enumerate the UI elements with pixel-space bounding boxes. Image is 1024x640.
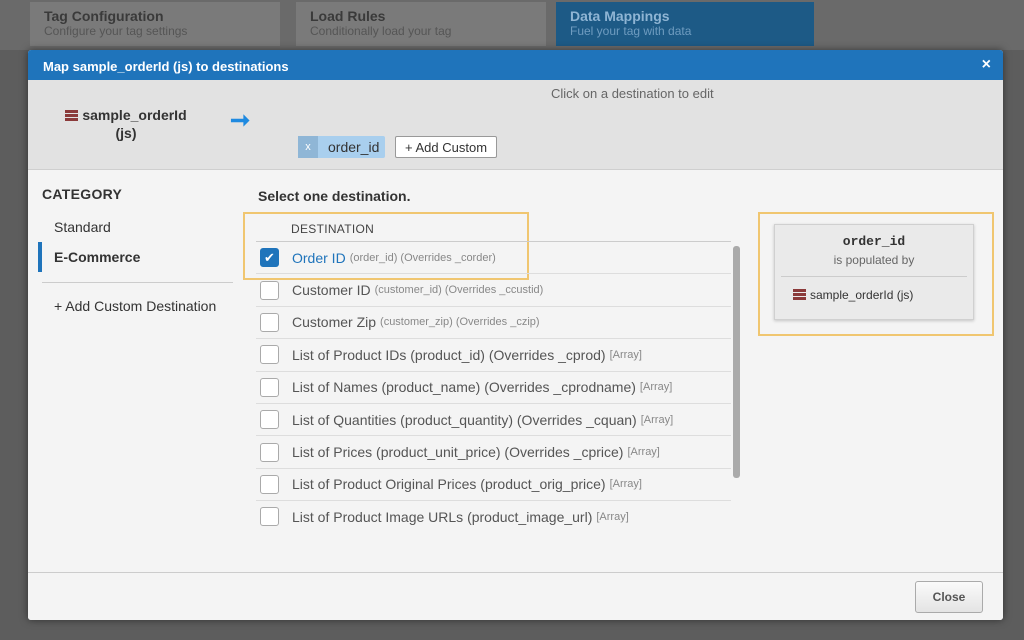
divider [42,282,233,283]
tab-load-rules: Load RulesConditionally load your tag [296,2,546,46]
modal-title: Map sample_orderId (js) to destinations [43,59,289,74]
checkbox[interactable] [260,378,279,397]
close-icon[interactable]: × [982,56,991,74]
destination-card: order_id is populated by sample_orderId … [774,224,974,320]
destination-label: List of Names (product_name) (Overrides … [292,379,636,395]
background-tabs: Tag ConfigurationConfigure your tag sett… [0,0,1024,50]
destination-row[interactable]: List of Prices (product_unit_price) (Ove… [256,436,731,468]
modal-footer: Close [28,572,1003,620]
card-source: sample_orderId (js) [781,276,967,302]
destination-label: List of Product Image URLs (product_imag… [292,509,592,525]
card-populated-label: is populated by [775,253,973,267]
destination-header: DESTINATION [291,222,374,236]
destination-row[interactable]: List of Product IDs (product_id) (Overri… [256,339,731,371]
chip-label: order_id [318,139,385,155]
destination-detail: (order_id) (Overrides _corder) [350,252,496,264]
destination-label: Customer Zip [292,314,376,330]
destination-row[interactable]: Customer ID (customer_id) (Overrides _ccu… [256,274,731,306]
category-sidebar: Standard E-Commerce + Add Custom Destina… [38,212,233,321]
edit-hint: Click on a destination to edit [551,86,714,101]
modal-header: Map sample_orderId (js) to destinations … [28,50,1003,80]
variable-icon [65,110,78,121]
array-tag: [Array] [610,349,642,361]
checkbox[interactable] [260,507,279,526]
destination-label: List of Product IDs (product_id) (Overri… [292,347,606,363]
destination-detail: (customer_zip) (Overrides _czip) [380,316,540,328]
destination-label: Order ID [292,250,346,266]
checkbox[interactable] [260,475,279,494]
tab-tag-configuration: Tag ConfigurationConfigure your tag sett… [30,2,280,46]
checkbox[interactable] [260,345,279,364]
destination-detail: (customer_id) (Overrides _ccustid) [375,284,544,296]
destination-row[interactable]: List of Quantities (product_quantity) (O… [256,404,731,436]
category-heading: CATEGORY [42,186,122,202]
close-button[interactable]: Close [915,581,983,613]
category-standard[interactable]: Standard [38,212,233,242]
card-destination-name: order_id [775,234,973,249]
array-tag: [Array] [641,414,673,426]
destination-label: List of Prices (product_unit_price) (Ove… [292,444,623,460]
arrow-right-icon: ➞ [230,106,250,135]
array-tag: [Array] [640,381,672,393]
array-tag: [Array] [596,511,628,523]
mapping-summary: Click on a destination to edit sample_or… [28,80,1003,170]
category-ecommerce[interactable]: E-Commerce [38,242,233,272]
tab-title: Tag Configuration [44,8,266,24]
select-prompt: Select one destination. [258,188,410,204]
checkbox[interactable] [260,281,279,300]
remove-icon[interactable]: x [298,136,318,158]
destination-label: List of Quantities (product_quantity) (O… [292,412,637,428]
checkbox[interactable] [260,410,279,429]
tab-title: Data Mappings [570,8,800,24]
destination-row[interactable]: ✔ Order ID (order_id) (Overrides _corder) [256,242,731,274]
destination-row[interactable]: List of Product Original Prices (product… [256,469,731,501]
tab-subtitle: Conditionally load your tag [310,24,532,38]
source-variable: sample_orderId (js) [56,106,196,142]
tab-subtitle: Fuel your tag with data [570,24,800,38]
variable-icon [793,289,806,300]
add-custom-button[interactable]: + Add Custom [395,136,497,158]
source-name: sample_orderId [82,107,186,123]
card-source-name: sample_orderId (js) [810,288,913,302]
destination-row[interactable]: List of Product Image URLs (product_imag… [256,501,731,531]
destination-row[interactable]: List of Names (product_name) (Overrides … [256,372,731,404]
destination-chip[interactable]: xorder_id [298,136,385,158]
array-tag: [Array] [627,446,659,458]
map-destinations-modal: Map sample_orderId (js) to destinations … [28,50,1003,620]
tab-data-mappings: Data MappingsFuel your tag with data [556,2,814,46]
checkbox[interactable] [260,313,279,332]
destination-list: ✔ Order ID (order_id) (Overrides _corder) C… [256,241,731,531]
tab-subtitle: Configure your tag settings [44,24,266,38]
array-tag: [Array] [610,478,642,490]
checkbox[interactable] [260,443,279,462]
source-type: (js) [116,125,137,141]
add-custom-destination-link[interactable]: + Add Custom Destination [38,291,233,321]
destination-label: List of Product Original Prices (product… [292,476,606,492]
destination-label: Customer ID [292,282,371,298]
tab-title: Load Rules [310,8,532,24]
destination-row[interactable]: Customer Zip (customer_zip) (Overrides _c… [256,307,731,339]
checkbox[interactable]: ✔ [260,248,279,267]
scrollbar[interactable] [733,246,740,478]
